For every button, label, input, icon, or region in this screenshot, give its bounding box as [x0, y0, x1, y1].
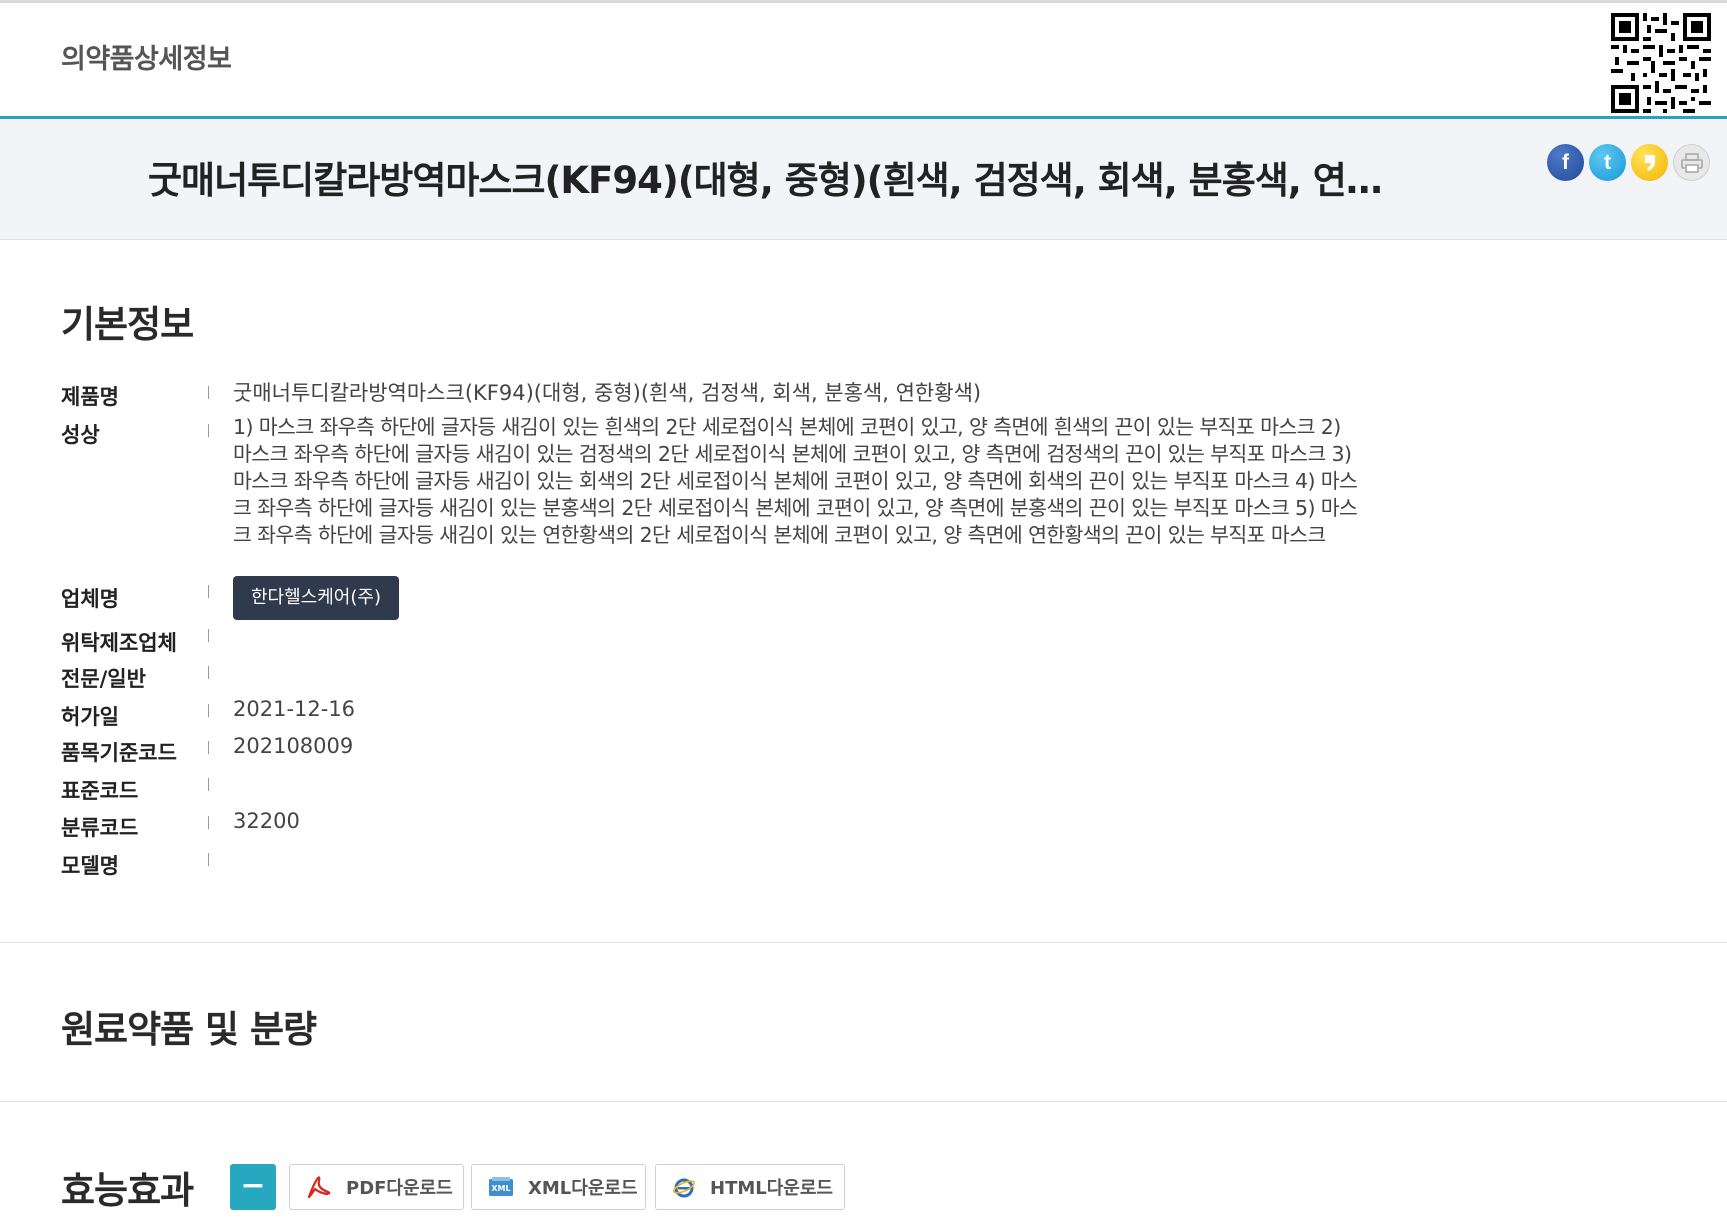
page-header: 의약품상세정보	[0, 3, 1727, 119]
xml-download-button[interactable]: XML XML다운로드	[471, 1164, 646, 1210]
field-label-appearance: 성상	[61, 423, 100, 447]
field-separator	[208, 816, 209, 829]
html-download-button[interactable]: HTML다운로드	[655, 1164, 845, 1210]
field-value-approval-date: 2021-12-16	[233, 697, 356, 721]
pdf-download-label: PDF다운로드	[346, 1178, 453, 1199]
xml-download-label: XML다운로드	[528, 1178, 638, 1199]
field-label-product-name: 제품명	[61, 385, 119, 409]
field-label-contract-manufacturer: 위탁제조업체	[61, 631, 177, 655]
field-label-company: 업체명	[61, 587, 119, 611]
field-value-appearance: 1) 마스크 좌우측 하단에 글자등 새김이 있는 흰색의 2단 세로접이식 본…	[233, 415, 1358, 547]
svg-text:XML: XML	[491, 1184, 510, 1193]
pdf-icon	[306, 1175, 332, 1199]
efficacy-title: 효능효과	[61, 1169, 194, 1212]
qr-code-icon	[1611, 13, 1711, 113]
field-label-class-code: 분류코드	[61, 816, 139, 840]
field-separator	[208, 386, 209, 399]
collapse-toggle-button[interactable]: −	[230, 1164, 276, 1210]
field-label-model-name: 모델명	[61, 854, 119, 878]
print-icon[interactable]	[1673, 144, 1710, 181]
section-divider	[0, 942, 1727, 943]
field-label-item-code: 품목기준코드	[61, 741, 177, 765]
field-label-standard-code: 표준코드	[61, 779, 139, 803]
field-separator	[208, 704, 209, 717]
field-separator	[208, 629, 209, 642]
field-value-item-code: 202108009	[233, 734, 354, 758]
field-separator	[208, 424, 209, 437]
field-value-product-name: 굿매너투디칼라방역마스크(KF94)(대형, 중형)(흰색, 검정색, 회색, …	[233, 381, 982, 405]
field-label-approval-date: 허가일	[61, 705, 119, 729]
browser-icon	[672, 1176, 696, 1198]
html-download-label: HTML다운로드	[710, 1178, 833, 1199]
section-divider	[0, 1101, 1727, 1102]
site-title: 의약품상세정보	[61, 44, 232, 75]
field-value-class-code: 32200	[233, 809, 300, 833]
field-separator	[208, 585, 209, 598]
facebook-icon[interactable]: f	[1547, 144, 1584, 181]
product-title: 굿매너투디칼라방역마스크(KF94)(대형, 중형)(흰색, 검정색, 회색, …	[148, 159, 1388, 202]
company-button[interactable]: 한다헬스케어(주)	[233, 576, 399, 620]
field-label-prescription-type: 전문/일반	[61, 667, 146, 691]
basic-info-title: 기본정보	[61, 303, 194, 346]
field-separator	[208, 666, 209, 679]
kakaostory-icon[interactable]	[1631, 144, 1668, 181]
xml-file-icon: XML	[488, 1176, 514, 1198]
field-separator	[208, 778, 209, 791]
twitter-icon[interactable]: t	[1589, 144, 1626, 181]
field-separator	[208, 741, 209, 754]
pdf-download-button[interactable]: PDF다운로드	[289, 1164, 464, 1210]
field-separator	[208, 853, 209, 866]
ingredients-title: 원료약품 및 분량	[61, 1008, 317, 1051]
